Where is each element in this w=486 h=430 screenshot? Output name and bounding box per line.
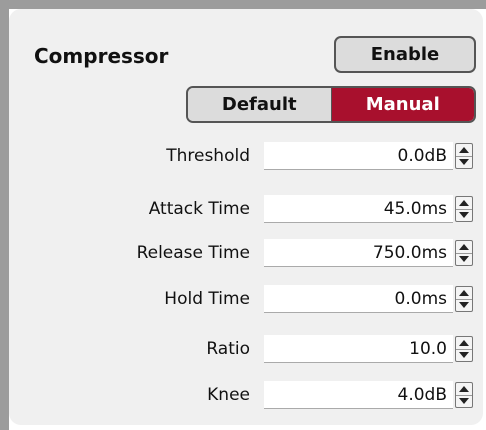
param-label: Release Time [136,243,250,263]
threshold-input[interactable]: 0.0dB [264,142,453,170]
arrow-down-icon [459,398,469,405]
spin-down-button[interactable] [456,254,472,266]
knee-spinner[interactable] [455,382,473,408]
arrow-up-icon [459,199,469,206]
spin-up-button[interactable] [456,144,472,157]
spin-up-button[interactable] [456,197,472,210]
spin-down-button[interactable] [456,300,472,312]
release-time-input[interactable]: 750.0ms [264,239,453,267]
spin-down-button[interactable] [456,396,472,408]
arrow-up-icon [459,146,469,153]
mode-manual-button[interactable]: Manual [331,88,474,121]
spin-down-button[interactable] [456,350,472,362]
spin-up-button[interactable] [456,287,472,300]
attack-time-spinner[interactable] [455,196,473,222]
param-label: Ratio [206,339,250,359]
arrow-down-icon [459,159,469,166]
param-row-threshold: Threshold 0.0dB [0,142,486,170]
spin-down-button[interactable] [456,210,472,222]
param-row-knee: Knee 4.0dB [0,381,486,409]
mode-toggle: Default Manual [186,86,476,123]
hold-time-input[interactable]: 0.0ms [264,285,453,313]
param-value: 0.0ms [394,289,447,309]
param-value: 4.0dB [397,385,448,405]
param-value: 0.0dB [397,146,448,166]
panel-title: Compressor [34,44,169,68]
param-label: Hold Time [164,289,250,309]
arrow-down-icon [459,256,469,263]
param-value: 10.0 [409,339,447,359]
arrow-up-icon [459,339,469,346]
ratio-input[interactable]: 10.0 [264,335,453,363]
param-label: Threshold [166,146,250,166]
arrow-up-icon [459,289,469,296]
arrow-up-icon [459,385,469,392]
param-label: Attack Time [148,199,250,219]
arrow-down-icon [459,212,469,219]
threshold-spinner[interactable] [455,143,473,169]
arrow-up-icon [459,243,469,250]
param-row-hold-time: Hold Time 0.0ms [0,285,486,313]
param-value: 750.0ms [372,243,447,263]
param-row-ratio: Ratio 10.0 [0,335,486,363]
param-label: Knee [207,385,250,405]
spin-up-button[interactable] [456,337,472,350]
attack-time-input[interactable]: 45.0ms [264,195,453,223]
param-row-release-time: Release Time 750.0ms [0,239,486,267]
spin-up-button[interactable] [456,383,472,396]
arrow-down-icon [459,302,469,309]
param-row-attack-time: Attack Time 45.0ms [0,195,486,223]
arrow-down-icon [459,352,469,359]
ratio-spinner[interactable] [455,336,473,362]
knee-input[interactable]: 4.0dB [264,381,453,409]
spin-down-button[interactable] [456,157,472,169]
enable-button[interactable]: Enable [334,36,476,73]
window-frame-top [0,0,486,9]
spin-up-button[interactable] [456,241,472,254]
mode-default-button[interactable]: Default [188,88,332,121]
param-value: 45.0ms [383,199,447,219]
hold-time-spinner[interactable] [455,286,473,312]
release-time-spinner[interactable] [455,240,473,266]
